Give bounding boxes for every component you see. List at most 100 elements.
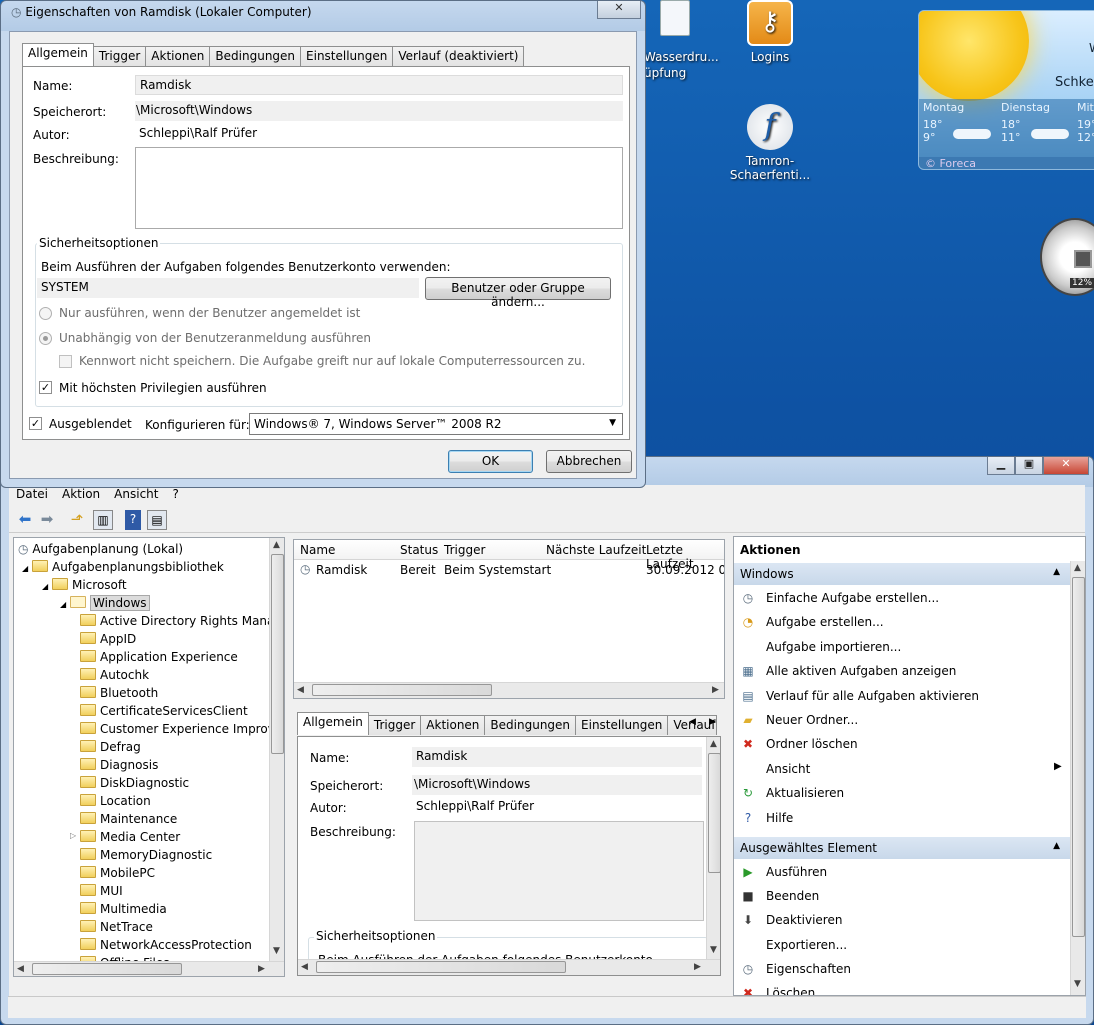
action-item[interactable]: ◷ Eigenschaften [740,962,851,980]
tab-allgemein[interactable]: Allgemein [22,43,94,66]
help-icon[interactable]: ? [125,510,141,530]
show-tree-icon[interactable]: ▥ [93,510,113,530]
close-button[interactable]: ✕ [597,1,641,19]
scroll-thumb[interactable] [271,554,284,754]
tree-item-folder[interactable]: NetworkAccessProtection [80,938,252,956]
desktop-icon-tamron[interactable]: f Tamron-Schaerfenti... [710,104,830,182]
location-field[interactable]: \Microsoft\Windows [412,775,702,795]
action-item[interactable]: Aufgabe importieren... [740,640,901,658]
menu-datei[interactable]: Datei [9,485,55,505]
scroll-thumb[interactable] [316,961,566,973]
no-password-checkbox[interactable] [59,355,72,368]
tree-item-folder[interactable]: Diagnosis [80,758,158,776]
hidden-checkbox[interactable]: ✓ [29,417,42,430]
tab-verlauf[interactable]: Verlauf (deaktiviert) [392,46,525,66]
action-item[interactable]: ? Hilfe [740,811,794,829]
desktop-icon-logins[interactable]: ⚷ Logins [710,0,830,64]
tab-aktionen[interactable]: Aktionen [420,715,486,735]
action-item[interactable]: ↻ Aktualisieren [740,786,844,804]
highest-privileges-checkbox[interactable]: ✓ [39,381,52,394]
tree-item-folder[interactable]: Active Directory Rights Mana [80,614,274,632]
collapsed-arrow-icon[interactable]: ▷ [70,831,76,840]
tab-einstellungen[interactable]: Einstellungen [575,715,669,735]
tree-item-folder[interactable]: Customer Experience Improv [80,722,275,740]
tree-item-folder[interactable]: NetTrace [80,920,153,938]
scroll-thumb[interactable] [708,753,720,873]
tree-item-root[interactable]: ◷ Aufgabenplanung (Lokal) [18,542,183,560]
scroll-thumb[interactable] [32,963,182,975]
ok-button[interactable]: OK [448,450,533,473]
configure-select[interactable]: Windows® 7, Windows Server™ 2008 R2 ▼ [249,413,623,435]
weather-gadget[interactable]: W Schkeu Montag18°9° Dienstag18°11° Mit1… [918,10,1094,170]
action-item[interactable]: ⬇ Deaktivieren [740,913,842,931]
column-name[interactable]: Name [300,543,335,557]
cancel-button[interactable]: Abbrechen [546,450,632,473]
tree-item-folder[interactable]: Maintenance [80,812,177,830]
forward-icon[interactable]: ➡ [37,510,57,530]
menu-help[interactable]: ? [165,485,185,505]
menu-aktion[interactable]: Aktion [55,485,107,505]
action-item[interactable]: ◔ Aufgabe erstellen... [740,615,884,633]
back-icon[interactable]: ⬅ [15,510,35,530]
column-next-run[interactable]: Nächste Laufzeit [546,543,646,557]
tab-bedingungen[interactable]: Bedingungen [484,715,577,735]
run-logged-on-radio[interactable] [39,307,52,320]
tree-item-folder[interactable]: MobilePC [80,866,155,884]
menu-ansicht[interactable]: Ansicht [107,485,165,505]
tree-item-folder[interactable]: MUI [80,884,123,902]
actions-section-selected[interactable]: Ausgewähltes Element ▲ [734,837,1070,859]
tree-item-folder[interactable]: MemoryDiagnostic [80,848,212,866]
location-field[interactable]: \Microsoft\Windows [135,101,623,121]
name-field[interactable]: Ramdisk [412,747,702,767]
tab-scroll-left-icon[interactable]: ◀ [689,717,696,727]
action-item[interactable]: ◷ Einfache Aufgabe erstellen... [740,591,939,609]
action-item[interactable]: ▶ Ausführen [740,865,827,883]
column-status[interactable]: Status [400,543,438,557]
run-independent-radio[interactable] [39,332,52,345]
action-item[interactable]: ■ Beenden [740,889,819,907]
tab-aktionen[interactable]: Aktionen [145,46,211,66]
action-item[interactable]: Ansicht [740,762,810,780]
column-trigger[interactable]: Trigger [444,543,485,557]
tree-vertical-scrollbar[interactable]: ▲ ▼ [269,538,284,961]
detail-vertical-scrollbar[interactable]: ▲ ▼ [706,737,720,959]
tree-item-windows[interactable]: ◢ Windows [60,595,150,614]
cpu-gauge[interactable]: 12% [1040,218,1094,296]
tree-item-folder[interactable]: Application Experience [80,650,238,668]
tree-item-library[interactable]: ◢ Aufgabenplanungsbibliothek [22,560,224,578]
tab-allgemein[interactable]: Allgemein [297,712,369,735]
tree-item-folder[interactable]: DiskDiagnostic [80,776,189,794]
tree-item-folder[interactable]: CertificateServicesClient [80,704,248,722]
tree-item-folder[interactable]: AppID [80,632,136,650]
action-item[interactable]: ✖ Ordner löschen [740,737,858,755]
actions-vertical-scrollbar[interactable]: ▲ ▼ [1070,561,1085,995]
description-field[interactable] [414,821,704,921]
task-row[interactable]: ◷ Ramdisk Bereit Beim Systemstart 30.09.… [294,562,724,580]
name-field[interactable]: Ramdisk [135,75,623,95]
author-field[interactable]: Schleppi\Ralf Prüfer [412,797,702,817]
tree-item-folder[interactable]: Autochk [80,668,149,686]
scroll-thumb[interactable] [312,684,492,696]
author-field[interactable]: Schleppi\Ralf Prüfer [135,124,623,144]
action-item[interactable]: ▦ Alle aktiven Aufgaben anzeigen [740,664,956,682]
show-action-pane-icon[interactable]: ▤ [147,510,167,530]
change-user-button[interactable]: Benutzer oder Gruppe ändern... [425,277,611,309]
tree-item-folder[interactable]: Location [80,794,151,812]
detail-horizontal-scrollbar[interactable]: ◀ ▶ [298,959,720,975]
up-folder-icon[interactable]: ⬏ [67,510,87,530]
action-item[interactable]: ▤ Verlauf für alle Aufgaben aktivieren [740,689,979,707]
close-button[interactable]: ✕ [1043,457,1089,475]
tree-item-microsoft[interactable]: ◢ Microsoft [42,578,127,596]
tab-bedingungen[interactable]: Bedingungen [209,46,302,66]
tree-item-folder[interactable]: ▷ Media Center [70,830,180,848]
tab-einstellungen[interactable]: Einstellungen [300,46,394,66]
tab-trigger[interactable]: Trigger [367,715,422,735]
tree-horizontal-scrollbar[interactable]: ◀ ▶ [14,961,284,976]
maximize-button[interactable]: ▣ [1015,457,1043,475]
tab-trigger[interactable]: Trigger [92,46,147,66]
actions-section-windows[interactable]: Windows ▲ [734,563,1070,585]
tree-item-folder[interactable]: Bluetooth [80,686,158,704]
action-item[interactable]: ▰ Neuer Ordner... [740,713,858,731]
action-item[interactable]: Exportieren... [740,938,847,956]
minimize-button[interactable]: ▁ [987,457,1015,475]
